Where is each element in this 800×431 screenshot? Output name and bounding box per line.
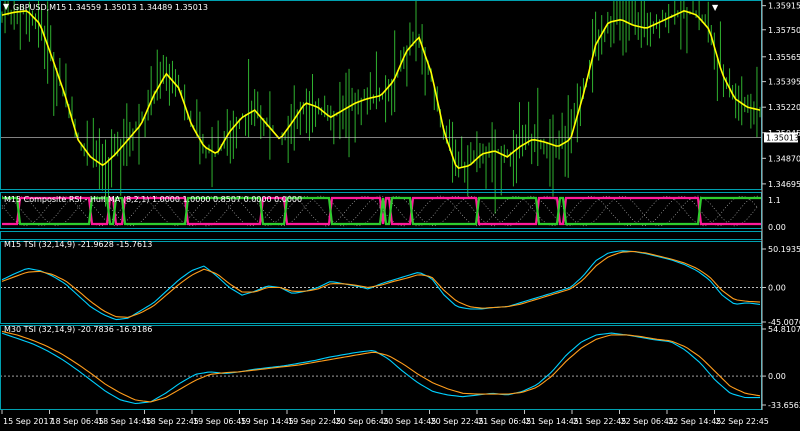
time-tick-label: 19 Sep 22:45: [288, 417, 341, 426]
one-click-trading-arrow-icon[interactable]: ▼: [712, 3, 719, 12]
time-tick-label: 21 Sep 06:45: [478, 417, 531, 426]
time-tick-label: 22 Sep 22:45: [716, 417, 769, 426]
terminal-chart-window[interactable]: 1.35915 1.35750 1.35565 1.35395 1.35220 1.350…: [0, 0, 800, 431]
tsi-m30-tick-label: -33.6562: [768, 401, 800, 410]
ohlc-values: 1.34559 1.35013 1.34489 1.35013: [68, 3, 208, 12]
price-tick-label: 1.34870: [768, 154, 800, 163]
time-tick-label: 22 Sep 06:45: [621, 417, 674, 426]
chart-canvas[interactable]: 1.35915 1.35750 1.35565 1.35395 1.35220 1.350…: [0, 0, 800, 431]
tsi-m30-title: M30 TSI (32,14,9) -20.7836 -16.9186: [4, 325, 152, 334]
time-tick-label: 20 Sep 06:45: [336, 417, 389, 426]
price-tick-label: 1.35395: [768, 78, 800, 87]
price-tick-label: 1.35565: [768, 53, 800, 62]
current-price-label: 1.35013: [766, 133, 799, 142]
time-tick-label: 18 Sep 22:45: [146, 417, 199, 426]
price-tick-label: 1.34695: [768, 180, 800, 189]
symbol-label: GBPUSD,M15: [13, 3, 66, 12]
time-tick-label: 22 Sep 14:45: [668, 417, 721, 426]
time-tick-label: 19 Sep 14:45: [241, 417, 294, 426]
time-tick-label: 21 Sep 22:45: [573, 417, 626, 426]
time-tick-label: 20 Sep 22:45: [431, 417, 484, 426]
tsi-m30-tick-label: 0.00: [768, 372, 786, 381]
tsi-m15-tick-label: 0.00: [768, 283, 786, 292]
price-tick-label: 1.35915: [768, 2, 800, 11]
time-tick-label: 18 Sep 06:45: [51, 417, 104, 426]
quick-trade-arrow-icon[interactable]: ▼: [3, 2, 10, 11]
tsi-m30-tick-label: 54.8107: [768, 325, 800, 334]
price-tick-label: 1.35750: [768, 26, 800, 35]
crsi-tick-label: 1.1: [768, 196, 781, 205]
tsi-m15-title: M15 TSI (32,14,9) -21.9628 -15.7613: [4, 240, 152, 249]
time-tick-label: 21 Sep 14:45: [526, 417, 579, 426]
tsi-m15-tick-label: 50.1935: [768, 245, 800, 254]
crsi-tick-label: 0.00: [768, 223, 786, 232]
price-tick-label: 1.35220: [768, 103, 800, 112]
time-tick-label: 20 Sep 14:45: [383, 417, 436, 426]
time-tick-label: 15 Sep 2017: [3, 417, 54, 426]
crsi-title: M15 Composite RSI - Hull MA (8,2,1) 1.00…: [4, 195, 302, 204]
time-tick-label: 19 Sep 06:45: [193, 417, 246, 426]
time-tick-label: 18 Sep 14:45: [98, 417, 151, 426]
